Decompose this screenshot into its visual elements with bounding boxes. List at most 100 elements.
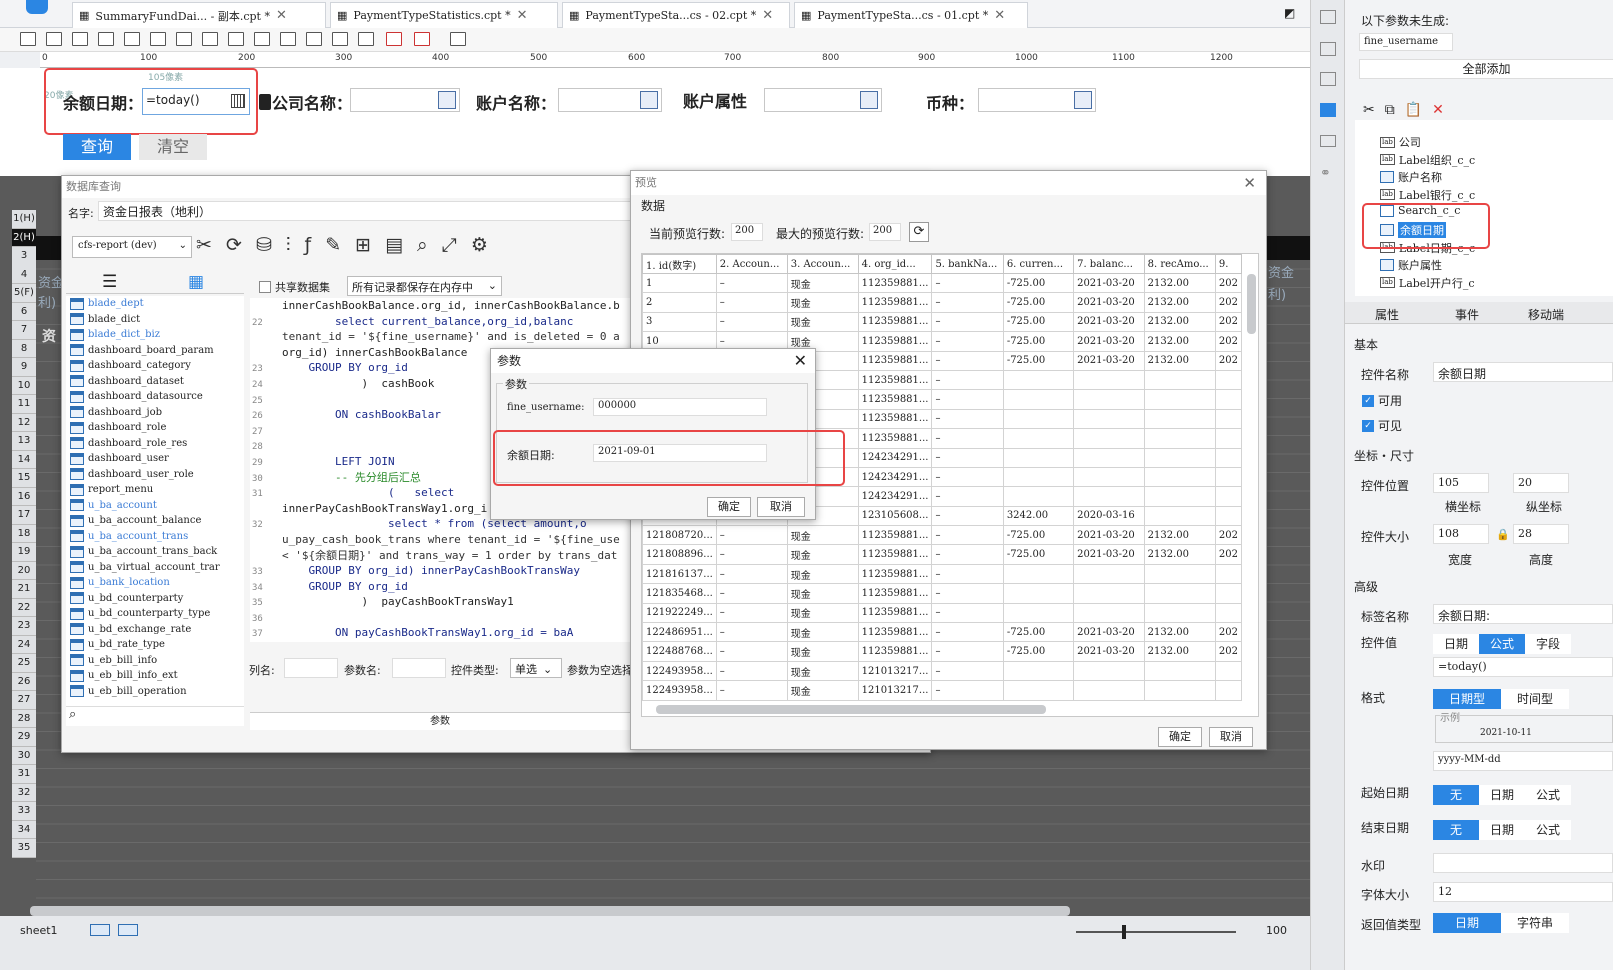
table-item[interactable]: blade_dict_biz bbox=[70, 327, 244, 343]
value-type-date[interactable]: 日期 bbox=[1433, 634, 1479, 654]
table-search[interactable]: ⌕ bbox=[66, 706, 244, 726]
more-icon[interactable] bbox=[450, 32, 466, 46]
row-header[interactable]: 2(H) bbox=[12, 228, 36, 247]
end-date-date[interactable]: 日期 bbox=[1479, 820, 1525, 840]
row-header[interactable]: 24 bbox=[12, 635, 36, 654]
table-item[interactable]: dashboard_user bbox=[70, 451, 244, 467]
enabled-checkbox[interactable]: ✓ 可用 bbox=[1362, 392, 1402, 409]
list-view-icon[interactable]: ☰ bbox=[102, 272, 117, 292]
position-y-input[interactable]: 20 bbox=[1513, 473, 1569, 493]
column-header[interactable]: 5. bankNa... bbox=[931, 254, 1004, 274]
sql-file-icon[interactable]: ▤ bbox=[385, 234, 417, 256]
position-x-input[interactable]: 105 bbox=[1433, 473, 1489, 493]
row-header[interactable]: 20 bbox=[12, 561, 36, 580]
column-header[interactable]: 7. balanc... bbox=[1073, 254, 1145, 274]
textbox-icon[interactable] bbox=[20, 32, 36, 46]
format-time-type[interactable]: 时间型 bbox=[1501, 689, 1569, 709]
row-header[interactable]: 22 bbox=[12, 598, 36, 617]
table-row[interactable]: 122493958... – 现金 121013217... – bbox=[642, 660, 1243, 682]
radio-icon[interactable] bbox=[228, 32, 244, 46]
column-header[interactable]: 3. Accoun... bbox=[786, 254, 859, 274]
table-item[interactable]: u_ba_account bbox=[70, 498, 244, 514]
account-attr-input[interactable] bbox=[764, 88, 882, 112]
column-header[interactable]: 2. Accoun... bbox=[715, 254, 788, 274]
row-header[interactable]: 30 bbox=[12, 746, 36, 765]
row-header[interactable]: 32 bbox=[12, 783, 36, 802]
sql-db-icon[interactable]: ⛁ bbox=[256, 234, 286, 256]
password-icon[interactable] bbox=[306, 32, 322, 46]
column-header[interactable]: 6. curren... bbox=[1002, 254, 1075, 274]
widget-settings-icon[interactable] bbox=[1320, 42, 1336, 56]
return-type-date[interactable]: 日期 bbox=[1433, 913, 1501, 933]
table-item[interactable]: u_ba_account_trans bbox=[70, 529, 244, 545]
row-header[interactable]: 15 bbox=[12, 469, 36, 488]
zoom-slider[interactable] bbox=[1076, 931, 1236, 933]
table-item[interactable]: u_eb_bill_info bbox=[70, 653, 244, 669]
tab-summary[interactable]: ▦ SummaryFundDai... - 副本.cpt * ✕ bbox=[72, 2, 326, 28]
current-preview-rows-input[interactable]: 200 bbox=[731, 223, 763, 241]
row-header[interactable]: 21 bbox=[12, 580, 36, 599]
close-icon[interactable]: ✕ bbox=[276, 8, 287, 23]
row-header[interactable]: 17 bbox=[12, 506, 36, 525]
format-date-type[interactable]: 日期型 bbox=[1433, 689, 1501, 709]
tag-name-input[interactable]: 余额日期: bbox=[1433, 604, 1613, 624]
label-account-attr[interactable]: 账户属性 bbox=[683, 88, 747, 112]
close-icon[interactable]: ✕ bbox=[1243, 174, 1256, 192]
calendar-range-icon[interactable] bbox=[414, 32, 430, 46]
add-sheet-alt-icon[interactable] bbox=[118, 924, 138, 936]
tree-icon[interactable] bbox=[358, 32, 374, 46]
row-header[interactable]: 31 bbox=[12, 765, 36, 784]
start-date-formula[interactable]: 公式 bbox=[1525, 785, 1571, 805]
tab-events[interactable]: 事件 bbox=[1455, 306, 1479, 323]
table-item[interactable]: u_bd_rate_type bbox=[70, 637, 244, 653]
table-item[interactable]: u_ba_account_balance bbox=[70, 513, 244, 529]
tab-payment-type[interactable]: ▦ PaymentTypeStatistics.cpt * ✕ bbox=[330, 2, 558, 28]
zoom-level[interactable]: 100 bbox=[1266, 924, 1287, 937]
column-name-input[interactable] bbox=[284, 658, 338, 678]
row-header[interactable]: 19 bbox=[12, 543, 36, 562]
table-item[interactable]: blade_dept bbox=[70, 296, 244, 312]
table-row[interactable]: 121808720... – 现金 112359881... – -725.00 2021-… bbox=[642, 525, 1243, 546]
formula-input[interactable]: =today() bbox=[1433, 657, 1613, 677]
zoom-slider-thumb[interactable] bbox=[1122, 925, 1126, 939]
table-row[interactable]: 121835468... – 现金 112359881... – bbox=[642, 583, 1243, 604]
datasource-select[interactable]: cfs-report (dev) ⌄ bbox=[72, 236, 192, 258]
add-all-button[interactable]: 全部添加 bbox=[1359, 59, 1613, 79]
table-item[interactable]: u_ba_virtual_account_trar bbox=[70, 560, 244, 576]
table-row[interactable]: 122486951... – 现金 112359881... – -725.00 2021-… bbox=[642, 622, 1243, 643]
cancel-button[interactable]: 取消 bbox=[757, 497, 805, 517]
table-item[interactable]: dashboard_datasource bbox=[70, 389, 244, 405]
row-header[interactable]: 26 bbox=[12, 672, 36, 691]
value-type-field[interactable]: 字段 bbox=[1525, 634, 1571, 654]
table-row[interactable]: 1– 现金 112359881... – -725.00 2021-03-20 2132.0… bbox=[642, 272, 1243, 294]
table-row[interactable]: 122488768... – 现金 112359881... – -725.00 2021-… bbox=[642, 641, 1243, 662]
close-icon[interactable]: ✕ bbox=[517, 8, 528, 23]
condition-icon[interactable] bbox=[1320, 135, 1336, 147]
row-header[interactable]: 35 bbox=[12, 839, 36, 858]
row-header[interactable]: 16 bbox=[12, 487, 36, 506]
table-item[interactable]: dashboard_role bbox=[70, 420, 244, 436]
widget-icon[interactable] bbox=[1320, 103, 1336, 117]
tree-select-icon[interactable] bbox=[860, 91, 878, 109]
value-type-formula[interactable]: 公式 bbox=[1479, 634, 1525, 654]
expand-icon[interactable]: ⤢ bbox=[442, 234, 471, 256]
close-icon[interactable]: ✕ bbox=[994, 8, 1005, 23]
horizontal-scrollbar[interactable] bbox=[30, 906, 1070, 916]
table-item[interactable]: u_ba_account_trans_back bbox=[70, 544, 244, 560]
row-header[interactable]: 13 bbox=[12, 432, 36, 451]
table-item[interactable]: u_bd_exchange_rate bbox=[70, 622, 244, 638]
ok-button[interactable]: 确定 bbox=[1158, 727, 1202, 747]
row-header[interactable]: 11 bbox=[12, 395, 36, 414]
ok-button[interactable]: 确定 bbox=[707, 497, 751, 517]
list-icon[interactable] bbox=[202, 32, 218, 46]
watermark-input[interactable] bbox=[1433, 853, 1613, 873]
border-icon[interactable] bbox=[1320, 72, 1336, 86]
row-header[interactable]: 34 bbox=[12, 820, 36, 839]
column-header[interactable]: 1. id(数字) bbox=[642, 254, 717, 274]
add-sheet-icon[interactable] bbox=[90, 924, 110, 936]
horizontal-scrollbar[interactable] bbox=[656, 705, 1046, 714]
control-name-input[interactable]: 余额日期 bbox=[1433, 362, 1613, 382]
row-header[interactable]: 9 bbox=[12, 358, 36, 377]
table-row[interactable]: 2– 现金 112359881... – -725.00 2021-03-20 2132.0… bbox=[642, 292, 1243, 313]
font-size-select[interactable]: 12 bbox=[1433, 882, 1613, 902]
